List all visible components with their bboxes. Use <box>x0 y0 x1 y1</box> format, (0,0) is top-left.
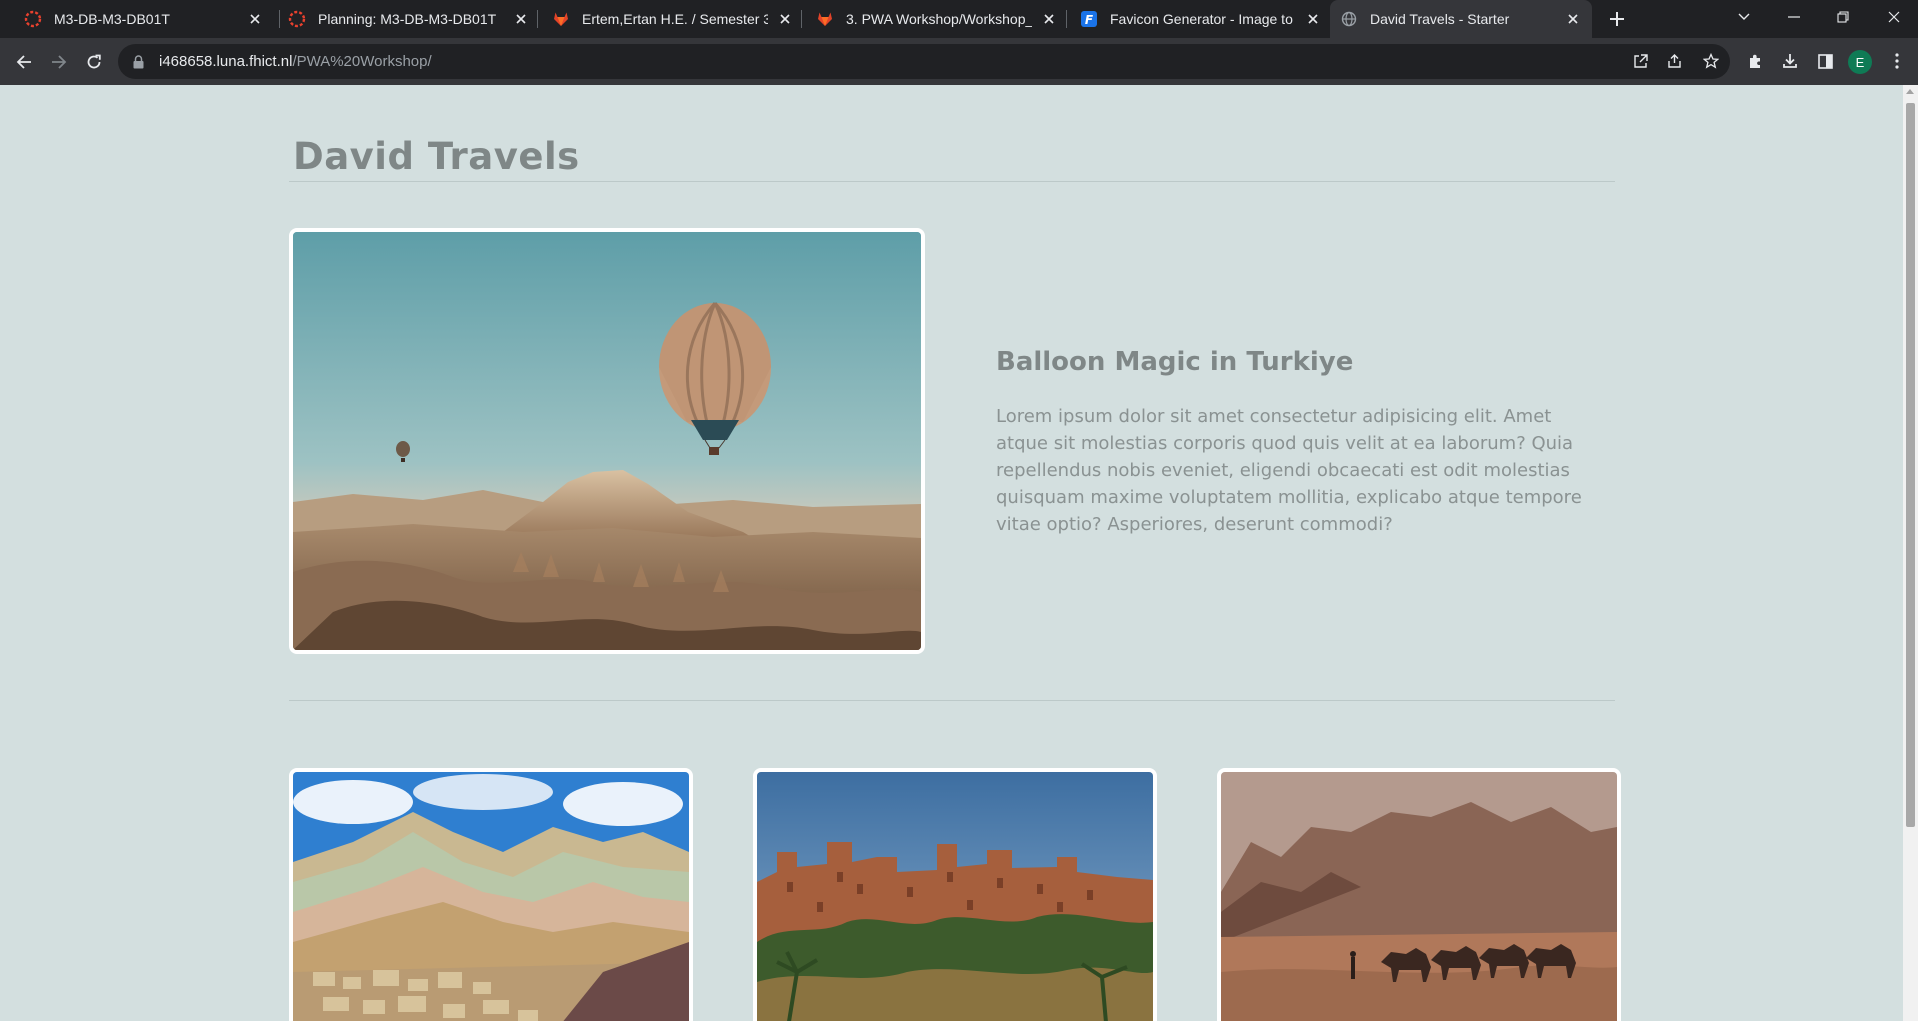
close-icon[interactable] <box>246 10 264 28</box>
tab-title: Favicon Generator - Image to Fa <box>1110 11 1296 27</box>
url-host: i468658.luna.fhict.nl <box>159 53 293 70</box>
tab-separator <box>537 10 538 28</box>
close-icon[interactable] <box>512 10 530 28</box>
tab-search-button[interactable] <box>1722 0 1766 34</box>
page-viewport: David Travels Balloon Magic in Turkiye L… <box>0 85 1903 1021</box>
tab-david-travels[interactable]: David Travels - Starter <box>1330 0 1592 38</box>
fontys-icon <box>288 10 306 28</box>
close-icon[interactable] <box>1040 10 1058 28</box>
scroll-up-arrow-icon[interactable] <box>1906 89 1914 94</box>
downloads-icon[interactable] <box>1776 47 1804 75</box>
url-text: i468658.luna.fhict.nl/PWA%20Workshop/ <box>159 53 432 70</box>
svg-text:F: F <box>1085 13 1094 27</box>
forward-button[interactable] <box>45 48 73 76</box>
tab-title: 3. PWA Workshop/Workshop_PW <box>846 11 1032 27</box>
favicon-generator-icon: F <box>1080 10 1098 28</box>
tab-m3-db[interactable]: M3-DB-M3-DB01T <box>14 0 274 38</box>
url-path: /PWA%20Workshop/ <box>292 53 432 70</box>
close-icon[interactable] <box>776 10 794 28</box>
globe-icon <box>1340 10 1358 28</box>
card-image-camels <box>1217 768 1621 1021</box>
menu-kebab-icon[interactable] <box>1883 47 1911 75</box>
close-icon[interactable] <box>1304 10 1322 28</box>
browser-toolbar: i468658.luna.fhict.nl/PWA%20Workshop/ E <box>0 38 1918 85</box>
tab-planning[interactable]: Planning: M3-DB-M3-DB01T <box>278 0 540 38</box>
header-divider <box>289 181 1615 182</box>
hero-paragraph: Lorem ipsum dolor sit amet consectetur a… <box>996 406 1582 535</box>
tab-title: M3-DB-M3-DB01T <box>54 11 170 27</box>
new-tab-button[interactable] <box>1604 6 1630 32</box>
page-scrollbar[interactable] <box>1903 85 1918 1021</box>
card-image-mountains <box>289 768 693 1021</box>
side-panel-icon[interactable] <box>1811 47 1839 75</box>
profile-avatar[interactable]: E <box>1848 50 1872 74</box>
bookmark-star-icon[interactable] <box>1697 47 1725 75</box>
back-button[interactable] <box>10 48 38 76</box>
tab-separator <box>1066 10 1067 28</box>
section-divider <box>289 700 1615 701</box>
hero-heading: Balloon Magic in Turkiye <box>996 347 1354 377</box>
gitlab-icon <box>816 10 834 28</box>
gitlab-icon <box>552 10 570 28</box>
tab-title: Ertem,Ertan H.E. / Semester 3 M <box>582 11 768 27</box>
address-bar[interactable]: i468658.luna.fhict.nl/PWA%20Workshop/ <box>118 44 1730 79</box>
card-image-kasbah <box>753 768 1157 1021</box>
tab-title: David Travels - Starter <box>1370 11 1510 27</box>
tab-title: Planning: M3-DB-M3-DB01T <box>318 11 497 27</box>
hero-image <box>289 228 925 654</box>
reload-button[interactable] <box>80 48 108 76</box>
restore-button[interactable] <box>1821 0 1865 34</box>
tab-separator <box>801 10 802 28</box>
tab-strip: M3-DB-M3-DB01T Planning: M3-DB-M3-DB01T … <box>0 0 1918 38</box>
tab-gitlab-semester[interactable]: Ertem,Ertan H.E. / Semester 3 M <box>542 0 804 38</box>
lock-icon[interactable] <box>133 54 147 69</box>
extensions-icon[interactable] <box>1741 47 1769 75</box>
close-icon[interactable] <box>1564 10 1582 28</box>
minimize-button[interactable] <box>1772 0 1816 34</box>
fontys-icon <box>24 10 42 28</box>
tab-pwa-workshop[interactable]: 3. PWA Workshop/Workshop_PW <box>806 0 1068 38</box>
close-window-button[interactable] <box>1872 0 1916 34</box>
open-in-app-icon[interactable] <box>1626 47 1654 75</box>
share-icon[interactable] <box>1661 47 1689 75</box>
scrollbar-thumb[interactable] <box>1906 103 1915 827</box>
tab-favicon-generator[interactable]: F Favicon Generator - Image to Fa <box>1070 0 1332 38</box>
site-title: David Travels <box>293 135 580 178</box>
